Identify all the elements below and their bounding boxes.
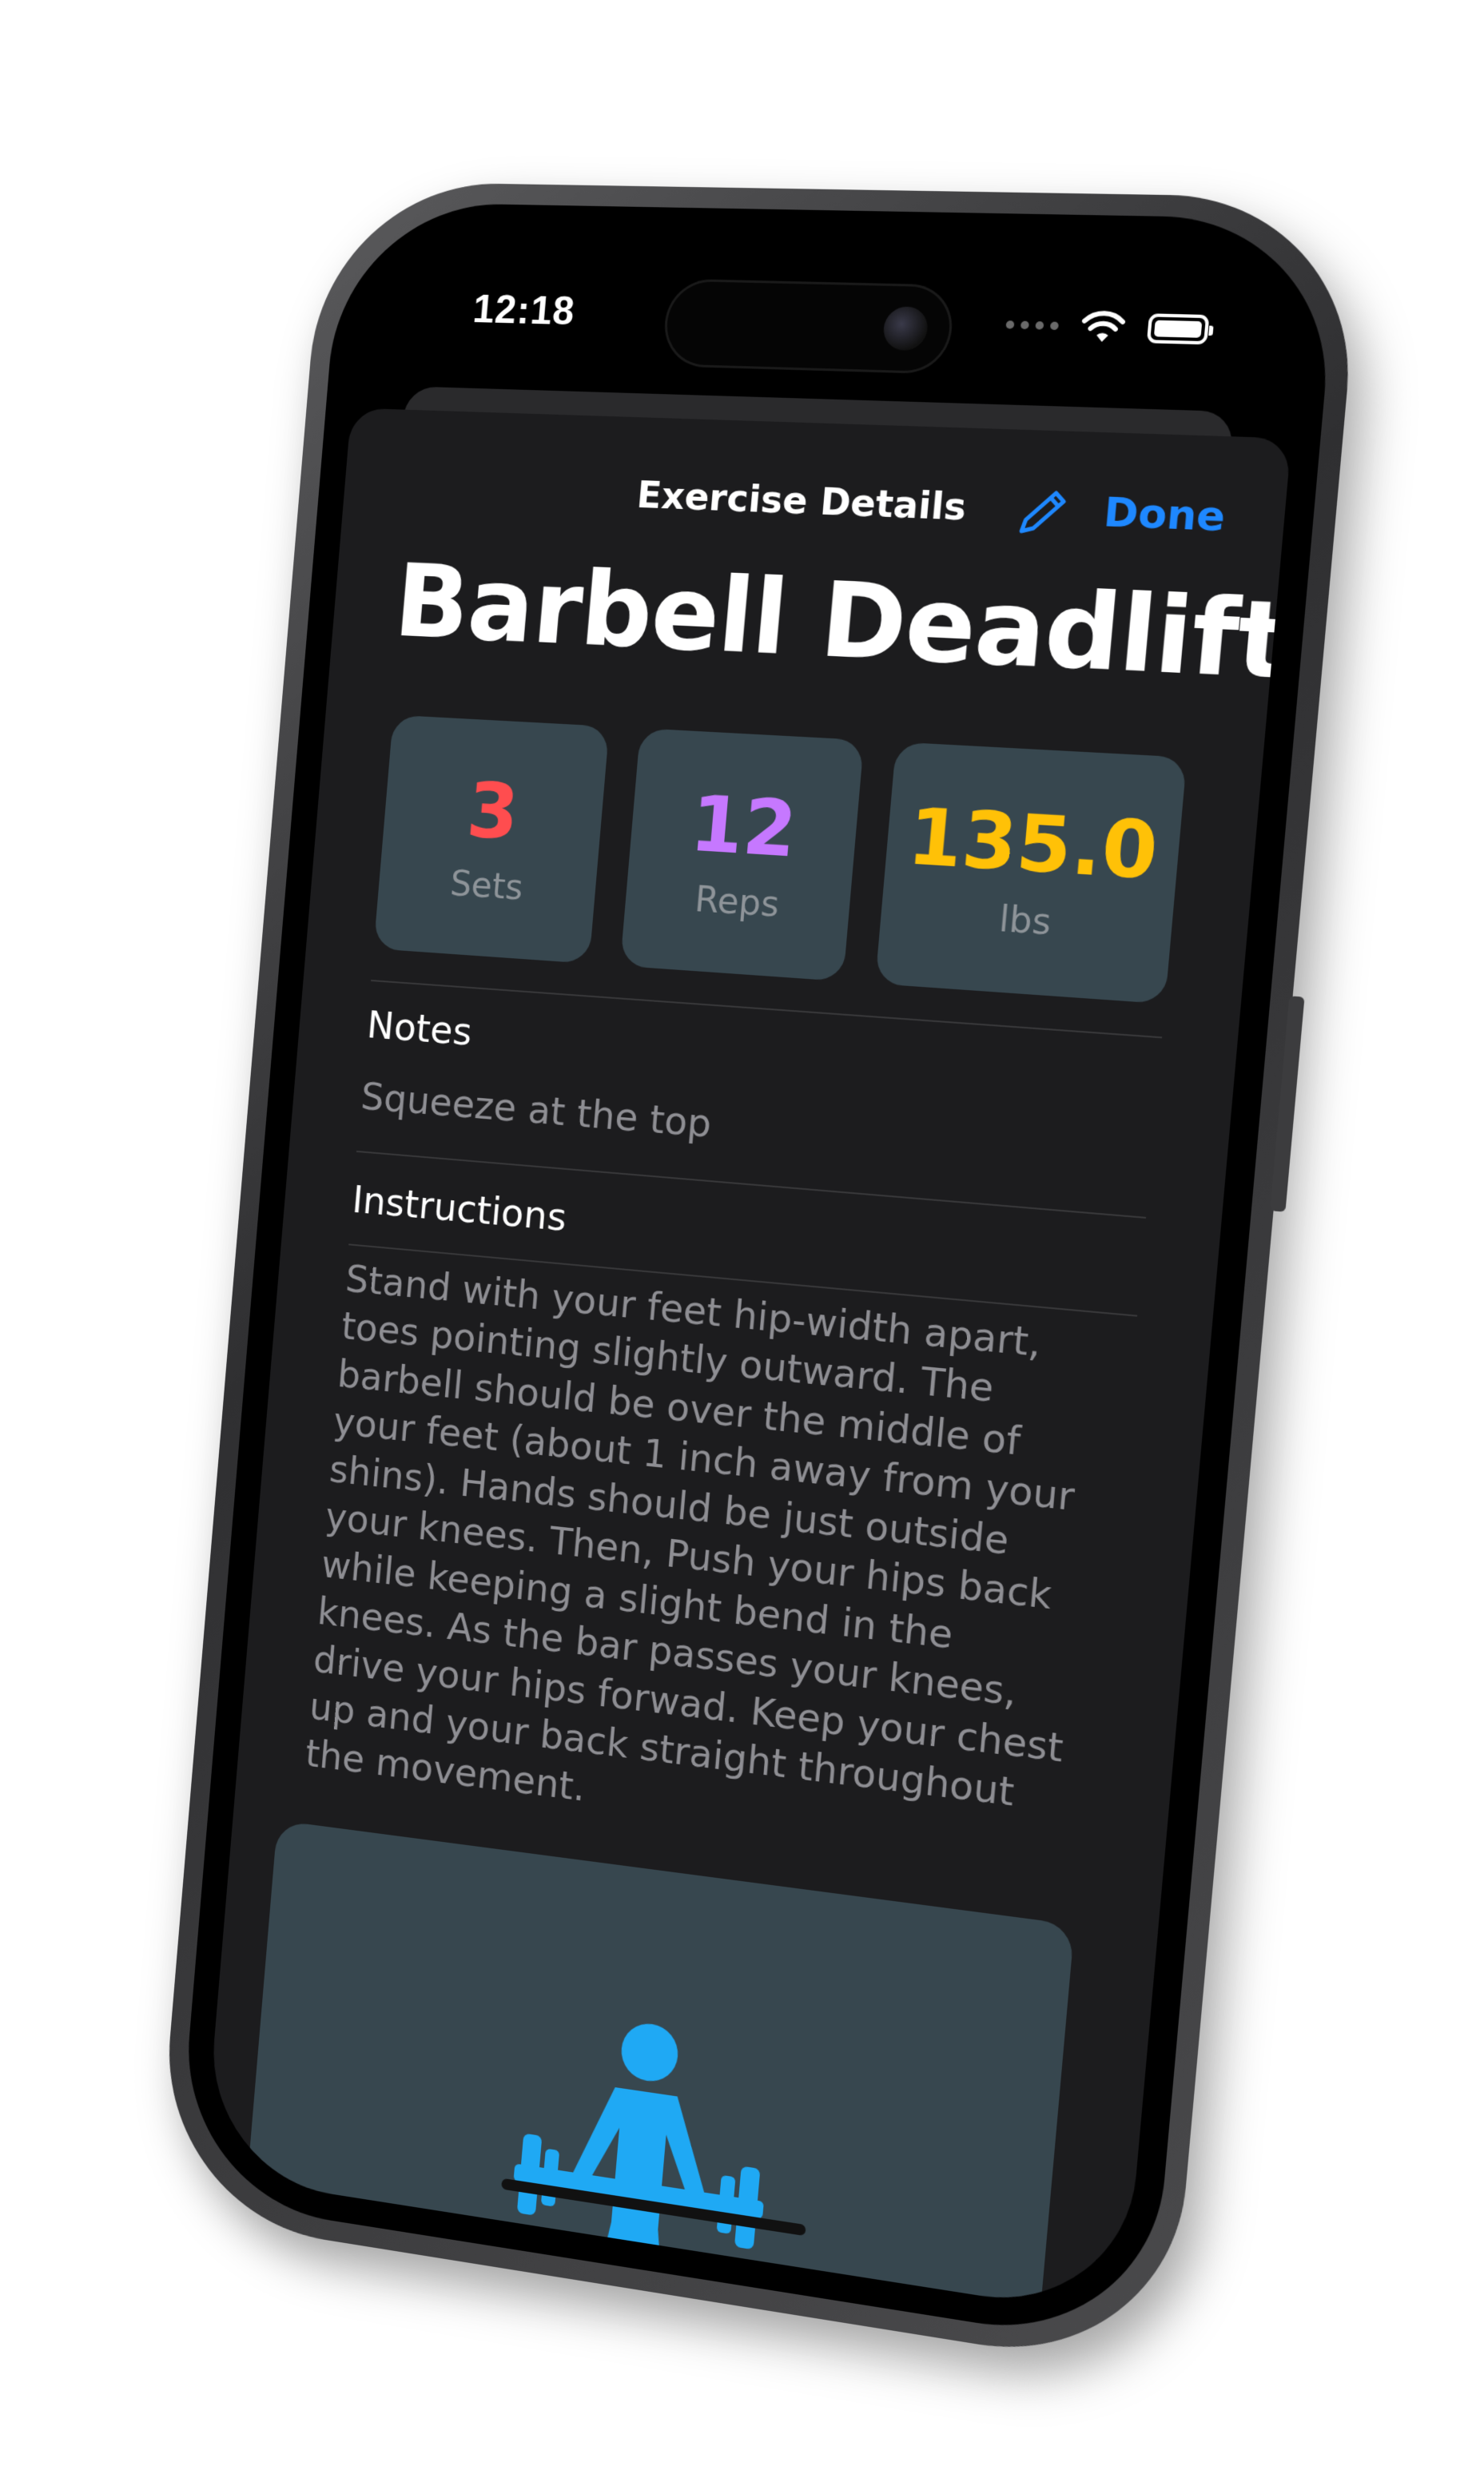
- wifi-icon: [1078, 308, 1128, 342]
- sets-card: 3 Sets: [373, 714, 610, 964]
- status-icons: [1005, 307, 1210, 348]
- sets-label: Sets: [448, 863, 525, 909]
- stats-row: 3 Sets 12 Reps 135.0 lbs: [373, 714, 1188, 1004]
- done-button[interactable]: Done: [1102, 488, 1227, 540]
- screenshot-stage: 12:18 Exercise Details Done Barbell Dead…: [0, 0, 1484, 2474]
- signal-dots-icon: [1005, 320, 1060, 331]
- battery-icon: [1146, 313, 1210, 345]
- exercise-name: Barbell Deadlift: [390, 543, 1294, 704]
- weight-value: 135.0: [904, 791, 1162, 897]
- status-time: 12:18: [471, 286, 577, 334]
- dynamic-island: [661, 278, 956, 375]
- phone-device: 12:18 Exercise Details Done Barbell Dead…: [155, 181, 1365, 2375]
- reps-card: 12 Reps: [619, 728, 865, 982]
- exercise-details-sheet: Exercise Details Done Barbell Deadlift 3…: [203, 408, 1294, 2318]
- instructions-label: Instructions: [350, 1177, 569, 1241]
- phone-screen: 12:18 Exercise Details Done Barbell Dead…: [203, 228, 1309, 2318]
- instructions-text[interactable]: Stand with your feet hip-width apart, to…: [304, 1255, 1112, 1875]
- reps-label: Reps: [693, 879, 782, 926]
- weight-card: 135.0 lbs: [875, 742, 1188, 1004]
- camera-icon: [881, 306, 929, 352]
- reps-value: 12: [686, 778, 801, 875]
- notes-text[interactable]: Squeeze at the top: [359, 1073, 1128, 1183]
- notes-label: Notes: [365, 1003, 474, 1055]
- sets-value: 3: [464, 766, 523, 857]
- pencil-icon[interactable]: [1011, 483, 1073, 543]
- weight-label: lbs: [997, 898, 1053, 944]
